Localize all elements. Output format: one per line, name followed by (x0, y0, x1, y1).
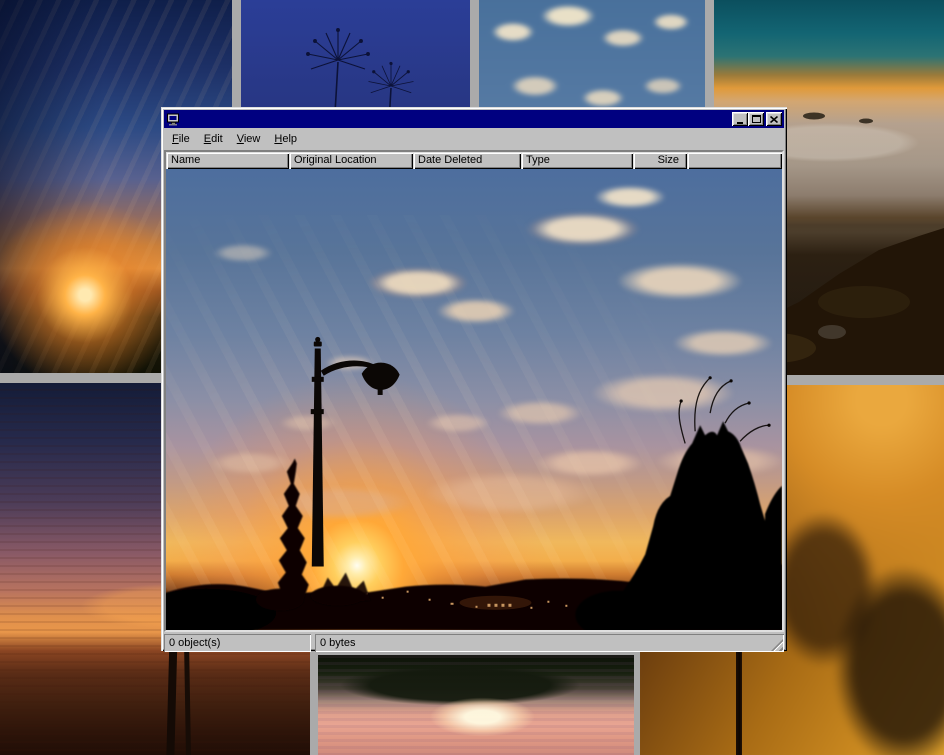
close-button[interactable] (766, 112, 782, 126)
column-header-blank[interactable] (687, 152, 782, 169)
column-header-size[interactable]: Size (633, 152, 687, 169)
wallpaper-tile-water-reflection (318, 655, 634, 755)
menu-view[interactable]: View (230, 131, 268, 148)
menu-file[interactable]: File (165, 131, 197, 148)
menu-edit[interactable]: Edit (197, 131, 230, 148)
column-header-date-deleted[interactable]: Date Deleted (413, 152, 521, 169)
close-icon (770, 116, 778, 123)
sunset-photo-silhouettes (166, 169, 782, 630)
list-client-area: Name Original Location Date Deleted Type… (164, 150, 784, 632)
status-bar: 0 object(s) 0 bytes (164, 634, 784, 652)
menu-help[interactable]: Help (267, 131, 304, 148)
menu-bar: File Edit View Help (164, 128, 784, 150)
list-viewport[interactable] (166, 169, 782, 630)
column-header-name[interactable]: Name (166, 152, 289, 169)
status-objects: 0 object(s) (164, 634, 311, 652)
status-size: 0 bytes (315, 634, 784, 652)
computer-icon (166, 112, 180, 126)
minimize-icon (737, 122, 743, 124)
minimize-button[interactable] (732, 112, 748, 126)
title-bar[interactable] (164, 110, 784, 128)
maximize-button[interactable] (748, 112, 764, 126)
column-header-type[interactable]: Type (521, 152, 633, 169)
maximize-icon (752, 115, 761, 123)
recycle-bin-window: File Edit View Help Name Original Locati… (161, 107, 787, 651)
column-headers: Name Original Location Date Deleted Type… (166, 152, 782, 169)
column-header-original-location[interactable]: Original Location (289, 152, 413, 169)
lake-pole (184, 641, 191, 755)
